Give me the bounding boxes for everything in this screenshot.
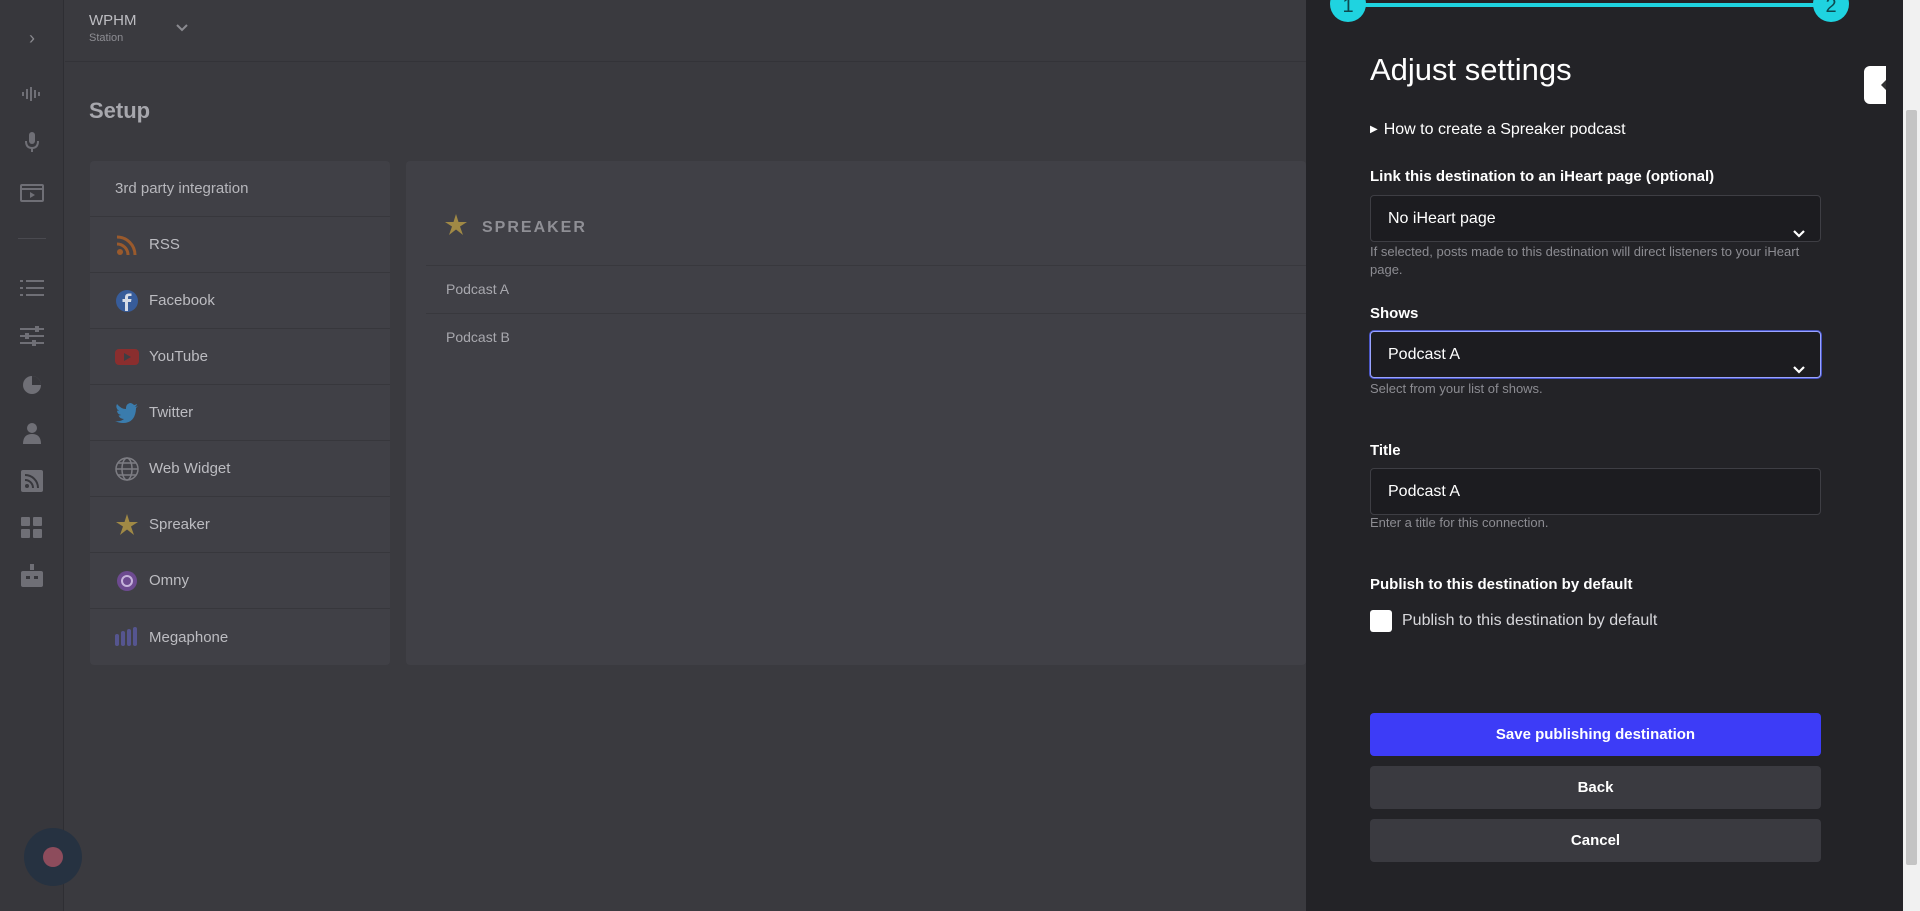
station-type: Station: [89, 32, 124, 44]
integration-label: Web Widget: [149, 460, 231, 477]
iheart-hint: If selected, posts made to this destinat…: [1370, 244, 1800, 277]
iheart-label: Link this destination to an iHeart page …: [1370, 168, 1715, 185]
scrollbar-thumb[interactable]: [1906, 110, 1917, 865]
integration-list-header: 3rd party integration: [90, 161, 390, 217]
megaphone-icon: [115, 625, 139, 649]
title-label: Title: [1370, 442, 1401, 459]
record-icon: [43, 847, 63, 867]
title-input-value: Podcast A: [1388, 483, 1461, 500]
station-name: WPHM: [89, 12, 137, 29]
integration-label: Facebook: [149, 292, 215, 309]
integration-item-web-widget[interactable]: Web Widget: [90, 441, 390, 497]
integration-label: Spreaker: [149, 516, 210, 533]
rail-divider: [18, 238, 46, 239]
integration-label: YouTube: [149, 348, 208, 365]
shows-hint: Select from your list of shows.: [1370, 381, 1543, 396]
sliders-icon[interactable]: [18, 322, 46, 350]
step-1: 1: [1330, 0, 1366, 22]
page-title: Setup: [89, 98, 151, 123]
microphone-icon[interactable]: [18, 128, 46, 156]
drawer-title: Adjust settings: [1370, 52, 1572, 87]
spreaker-icon: [444, 213, 468, 242]
publish-default-checkbox-label: Publish to this destination by default: [1402, 612, 1658, 629]
iheart-page-select[interactable]: No iHeart page: [1370, 195, 1821, 242]
rss-icon: [115, 233, 139, 257]
integration-label: RSS: [149, 236, 180, 253]
globe-icon: [115, 456, 139, 481]
chevron-down-icon[interactable]: [175, 20, 189, 38]
disclosure-triangle-icon: ▶: [1370, 124, 1378, 135]
omny-icon: [115, 569, 139, 593]
podcast-row[interactable]: Podcast B: [426, 313, 1306, 360]
integration-item-twitter[interactable]: Twitter: [90, 385, 390, 441]
integration-item-rss[interactable]: RSS: [90, 217, 390, 273]
title-input[interactable]: Podcast A: [1370, 468, 1821, 515]
integration-label: Megaphone: [149, 628, 229, 646]
integration-label: Twitter: [149, 404, 194, 421]
spreaker-icon: [115, 513, 139, 537]
twitter-icon: [115, 401, 139, 425]
integration-label: Omny: [149, 572, 190, 589]
chat-launcher-button[interactable]: [24, 828, 82, 886]
howto-disclosure[interactable]: ▶ How to create a Spreaker podcast: [1370, 121, 1626, 139]
title-hint: Enter a title for this connection.: [1370, 515, 1549, 530]
publish-default-label: Publish to this destination by default: [1370, 576, 1633, 593]
shows-select[interactable]: Podcast A: [1370, 331, 1821, 378]
settings-drawer: 1 2 Adjust settings ▶ How to create a Spr…: [1306, 0, 1886, 911]
provider-name: SPREAKER: [482, 218, 587, 236]
save-publishing-destination-button[interactable]: Save publishing destination: [1370, 713, 1821, 756]
shows-label: Shows: [1370, 305, 1419, 322]
integration-item-facebook[interactable]: Facebook: [90, 273, 390, 329]
pie-chart-icon[interactable]: [18, 371, 46, 399]
video-icon[interactable]: [18, 179, 46, 207]
integration-list: 3rd party integration RSS Facebook YouTu…: [90, 161, 390, 665]
integration-detail-panel: SPREAKER Podcast A Podcast B: [406, 161, 1306, 665]
waveform-icon[interactable]: [18, 80, 46, 108]
back-button[interactable]: Back: [1370, 766, 1821, 809]
drawer-scrollbar[interactable]: [1886, 0, 1920, 911]
youtube-icon: [115, 345, 139, 369]
iheart-select-value: No iHeart page: [1388, 210, 1496, 227]
podcast-row[interactable]: Podcast A: [426, 265, 1306, 312]
integration-item-megaphone[interactable]: Megaphone: [90, 609, 390, 665]
cancel-button[interactable]: Cancel: [1370, 819, 1821, 862]
left-rail: ›: [0, 0, 64, 911]
facebook-icon: [115, 289, 139, 313]
robot-icon[interactable]: [18, 562, 46, 590]
user-icon[interactable]: [18, 419, 46, 447]
integration-item-youtube[interactable]: YouTube: [90, 329, 390, 385]
rss-feed-icon[interactable]: [18, 467, 46, 495]
howto-label: How to create a Spreaker podcast: [1383, 121, 1626, 138]
shows-select-value: Podcast A: [1388, 346, 1461, 363]
stepper-progress: [1348, 3, 1818, 7]
expand-sidebar-icon[interactable]: ›: [20, 26, 44, 50]
publish-default-checkbox[interactable]: [1370, 610, 1392, 632]
integration-item-omny[interactable]: Omny: [90, 553, 390, 609]
apps-icon[interactable]: [18, 514, 46, 542]
publish-default-checkbox-row[interactable]: Publish to this destination by default: [1370, 610, 1657, 632]
step-2: 2: [1813, 0, 1849, 22]
provider-header: SPREAKER: [444, 213, 587, 242]
integration-item-spreaker[interactable]: Spreaker: [90, 497, 390, 553]
list-icon[interactable]: [18, 274, 46, 302]
station-selector[interactable]: WPHM Station: [89, 12, 137, 44]
